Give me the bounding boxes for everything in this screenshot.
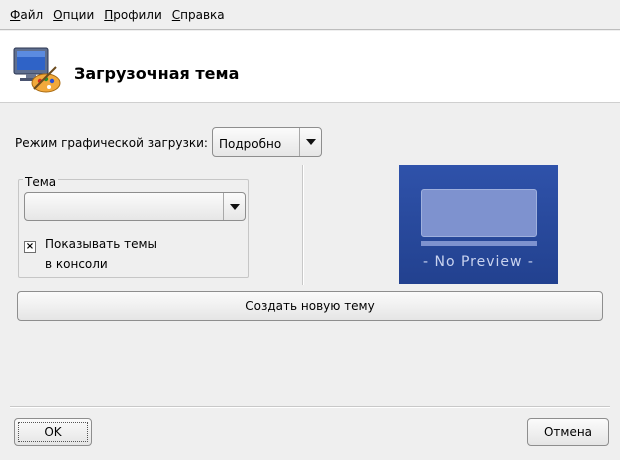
- preview-label: - No Preview -: [423, 254, 534, 270]
- menu-profiles[interactable]: Профили: [100, 8, 166, 22]
- cancel-button[interactable]: Отмена: [527, 418, 609, 446]
- create-theme-button[interactable]: Создать новую тему: [17, 291, 603, 321]
- preview-screen-shape: [421, 189, 537, 237]
- theme-group-title: Тема: [23, 175, 59, 189]
- ok-button[interactable]: OK: [14, 418, 92, 446]
- theme-select[interactable]: [24, 192, 246, 221]
- show-console-themes-checkbox[interactable]: ×: [24, 241, 36, 253]
- show-console-themes-label: Показывать темы в консоли: [45, 237, 158, 271]
- chevron-down-icon[interactable]: [299, 128, 321, 156]
- page-title: Загрузочная тема: [74, 64, 240, 83]
- boot-mode-select[interactable]: Подробно: [212, 127, 322, 157]
- horizontal-divider: [10, 406, 610, 408]
- menu-file[interactable]: Файл: [6, 8, 47, 22]
- menu-bar: Файл Опции Профили Справка: [0, 0, 620, 30]
- chevron-down-icon[interactable]: [223, 193, 245, 220]
- boot-mode-value: Подробно: [219, 137, 282, 151]
- boot-mode-label: Режим графической загрузки:: [15, 136, 208, 150]
- preview-progress-bar: [421, 241, 537, 246]
- menu-options[interactable]: Опции: [49, 8, 98, 22]
- monitor-palette-icon: [13, 47, 61, 93]
- header-banner: Загрузочная тема: [0, 31, 620, 103]
- theme-preview: - No Preview -: [399, 165, 558, 284]
- vertical-divider: [302, 165, 304, 285]
- menu-help[interactable]: Справка: [168, 8, 229, 22]
